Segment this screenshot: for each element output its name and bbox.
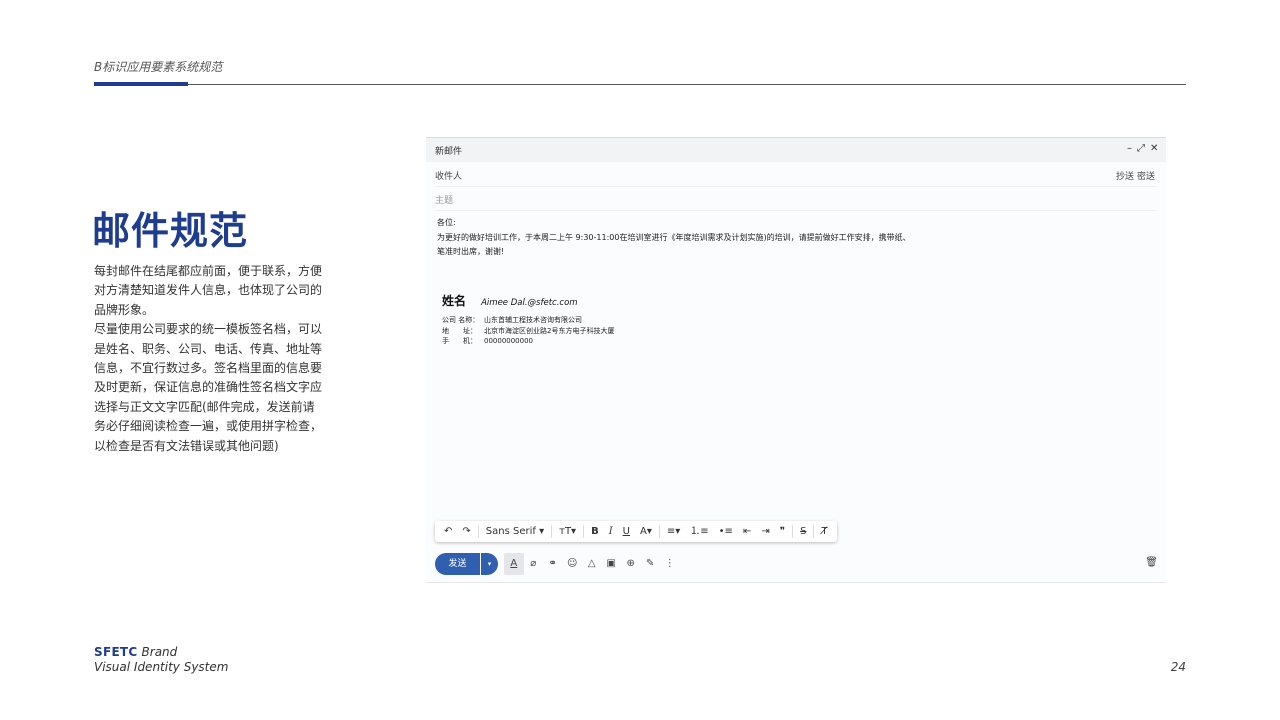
recipient-field[interactable]: 收件人 抄送 密送	[435, 164, 1157, 187]
more-icon[interactable]: ⋮	[660, 553, 680, 575]
text-color-icon[interactable]: A▾	[635, 521, 657, 542]
body-line: 为更好的做好培训工作，于本周二上午 9:30-11:00在培训室进行《年度培训需…	[437, 232, 911, 242]
numbered-list-icon[interactable]: ⒈≡	[685, 521, 713, 542]
photo-icon[interactable]: ▣	[602, 553, 622, 575]
clear-format-icon[interactable]: T̸	[816, 521, 832, 542]
indent-less-icon[interactable]: ⇤	[738, 521, 756, 542]
close-icon[interactable]: ✕	[1150, 143, 1158, 155]
emoji-icon[interactable]: ☺	[563, 553, 583, 575]
drive-icon[interactable]: △	[582, 553, 602, 575]
body-line: 各位:	[437, 218, 456, 227]
font-size-icon[interactable]: ᴛT▾	[554, 521, 581, 542]
section-paragraph: 每封邮件在结尾都应前面，便于联系，方便对方清楚知道发件人信息，也体现了公司的品牌…	[94, 264, 323, 317]
compose-action-icons: A ⌀ ⚭ ☺ △ ▣ ⊕ ✎ ⋮	[504, 553, 680, 575]
minimize-icon[interactable]: –	[1127, 143, 1132, 155]
toolbar-divider	[551, 525, 553, 538]
strikethrough-icon[interactable]: S	[795, 521, 811, 542]
redo-icon[interactable]: ↷	[457, 521, 475, 542]
recipient-label: 收件人	[435, 172, 463, 182]
signature-email: Aimee Dal.@sfetc.com	[481, 298, 578, 308]
compose-titlebar: 新邮件 – ⤢ ✕	[426, 138, 1166, 162]
email-compose-window: 新邮件 – ⤢ ✕ 收件人 抄送 密送 主题 各位: 为更好的做好培训工作，于本周…	[426, 137, 1166, 583]
chevron-down-icon: ▾	[487, 560, 492, 568]
attach-icon[interactable]: ⌀	[524, 553, 544, 575]
brand-tagline: Visual Identity System	[94, 660, 229, 674]
align-icon[interactable]: ≡▾	[662, 521, 685, 542]
signature-company: 公司 名称： 山东首辅工程技术咨询有限公司	[442, 316, 582, 324]
format-text-icon[interactable]: A	[504, 553, 524, 575]
chevron-down-icon: ▾	[539, 526, 545, 537]
signature-address: 地 址： 北京市海淀区创业路2号东方电子科技大厦	[442, 326, 615, 335]
brand-word: Brand	[141, 645, 178, 659]
section-paragraph: 尽量使用公司要求的统一模板签名档，可以是姓名、职务、公司、电话、传真、地址等信息…	[94, 322, 323, 453]
logo-text: SFETC	[94, 645, 138, 659]
bulleted-list-icon[interactable]: •≡	[714, 521, 738, 542]
send-options-button[interactable]: ▾	[481, 553, 498, 575]
subject-label: 主题	[435, 196, 454, 206]
bold-icon[interactable]: B	[586, 521, 604, 542]
lock-icon[interactable]: ⊕	[621, 553, 641, 575]
indent-more-icon[interactable]: ⇥	[756, 521, 774, 542]
header-rule-accent	[94, 82, 188, 86]
underline-icon[interactable]: U	[618, 521, 635, 542]
signature-name: 姓名	[442, 294, 467, 308]
trash-icon[interactable]: 🗑	[1145, 557, 1158, 568]
pen-icon[interactable]: ✎	[641, 553, 661, 575]
signature-phone: 手 机： 00000000000	[442, 337, 533, 345]
compose-title: 新邮件	[435, 147, 463, 157]
formatting-toolbar: ↶ ↷ Sans Serif ▾ ᴛT▾ B I U A▾ ≡▾ ⒈≡ •≡ ⇤…	[435, 521, 837, 542]
section-title: 邮件规范	[92, 209, 249, 253]
italic-icon[interactable]: I	[604, 521, 618, 542]
subject-field[interactable]: 主题	[435, 188, 1157, 211]
cc-link[interactable]: 抄送	[1116, 172, 1134, 182]
email-body[interactable]: 各位: 为更好的做好培训工作，于本周二上午 9:30-11:00在培训室进行《年…	[437, 216, 911, 260]
section-body: 每封邮件在结尾都应前面，便于联系，方便对方清楚知道发件人信息，也体现了公司的品牌…	[94, 262, 324, 456]
link-icon[interactable]: ⚭	[543, 553, 563, 575]
email-signature: 姓名 Aimee Dal.@sfetc.com 公司 名称： 山东首辅工程技术咨询…	[442, 290, 614, 347]
send-button[interactable]: 发送	[435, 553, 480, 575]
bcc-link[interactable]: 密送	[1137, 172, 1155, 182]
toolbar-divider	[658, 525, 660, 538]
header-title: B标识应用要素系统规范	[94, 60, 223, 74]
header-rule	[94, 84, 1186, 85]
brand-logo: SFETC Brand	[94, 645, 177, 659]
quote-icon[interactable]: ❞	[775, 521, 790, 542]
body-line: 笔准时出席，谢谢!	[437, 247, 505, 256]
toolbar-divider	[792, 525, 794, 538]
cc-bcc-links: 抄送 密送	[1113, 169, 1155, 182]
toolbar-divider	[477, 525, 479, 538]
expand-icon[interactable]: ⤢	[1137, 143, 1145, 155]
page-number: 24	[1170, 660, 1186, 674]
undo-icon[interactable]: ↶	[439, 521, 457, 542]
font-family-select[interactable]: Sans Serif ▾	[481, 521, 549, 542]
toolbar-divider	[583, 525, 585, 538]
toolbar-divider	[813, 525, 815, 538]
